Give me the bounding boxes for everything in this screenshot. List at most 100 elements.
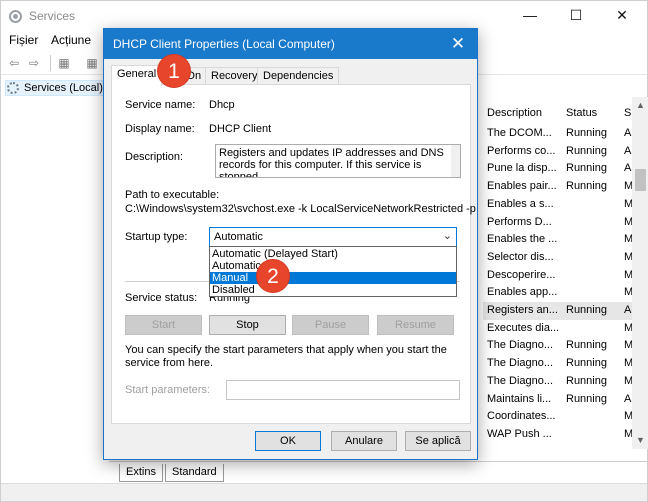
scroll-up-icon[interactable]: ▲ bbox=[632, 97, 648, 114]
table-row[interactable]: Enables a s... M bbox=[483, 196, 633, 214]
tab-dependencies[interactable]: Dependencies bbox=[257, 67, 340, 85]
column-status[interactable]: Status bbox=[566, 107, 597, 119]
column-description[interactable]: Description bbox=[487, 107, 542, 119]
service-description-cell: Enables the ... bbox=[487, 233, 558, 246]
table-row[interactable]: Enables the ... M bbox=[483, 231, 633, 249]
startup-type-dropdown: Automatic (Delayed Start) Automatic Manu… bbox=[209, 246, 457, 297]
menu-action[interactable]: Acțiune bbox=[51, 33, 91, 47]
service-status-cell: Running bbox=[566, 144, 607, 157]
console-tree-icon[interactable]: ▦ bbox=[55, 55, 73, 71]
service-description-cell: Descoperire... bbox=[487, 268, 556, 281]
service-status-cell: Running bbox=[566, 180, 607, 193]
table-row[interactable]: Enables app... M bbox=[483, 284, 633, 302]
description-box[interactable]: Registers and updates IP addresses and D… bbox=[215, 144, 461, 178]
cancel-button[interactable]: Anulare bbox=[331, 431, 397, 451]
view-tabs: Extins Standard bbox=[109, 461, 648, 483]
start-parameters-label: Start parameters: bbox=[125, 384, 210, 396]
ok-button[interactable]: OK bbox=[255, 431, 321, 451]
table-row[interactable]: Maintains li... Running A bbox=[483, 391, 633, 409]
table-row[interactable]: Coordinates... M bbox=[483, 408, 633, 426]
table-row[interactable]: Registers an... Running A bbox=[483, 302, 633, 320]
service-description-cell: Maintains li... bbox=[487, 392, 552, 405]
back-arrow-icon[interactable]: ⇦ bbox=[5, 55, 23, 71]
service-status-cell: Running bbox=[566, 339, 607, 352]
service-description-cell: WAP Push ... bbox=[487, 427, 552, 440]
service-description-cell: Enables pair... bbox=[487, 180, 557, 193]
list-header: Description Status S bbox=[483, 103, 633, 125]
table-row[interactable]: Pune la disp... Running A bbox=[483, 160, 633, 178]
service-description-cell: Performs co... bbox=[487, 144, 556, 157]
stop-button[interactable]: Stop bbox=[209, 315, 286, 335]
close-window-button[interactable]: ✕ bbox=[599, 1, 645, 31]
option-automatic[interactable]: Automatic bbox=[210, 260, 456, 272]
start-button[interactable]: Start bbox=[125, 315, 202, 335]
gear-icon bbox=[7, 82, 19, 94]
service-description-cell: Executes dia... bbox=[487, 321, 559, 334]
service-description-cell: Pune la disp... bbox=[487, 162, 557, 175]
service-startup-cell: A bbox=[624, 304, 632, 316]
properties-icon[interactable]: ▦ bbox=[83, 55, 101, 71]
scroll-thumb[interactable] bbox=[635, 169, 646, 191]
vertical-scrollbar[interactable]: ▲ ▼ bbox=[632, 97, 648, 449]
minimize-button[interactable]: — bbox=[507, 1, 553, 31]
service-description-cell: Registers an... bbox=[487, 304, 558, 316]
dialog-title: DHCP Client Properties (Local Computer) bbox=[113, 37, 335, 51]
service-startup-cell: A bbox=[624, 162, 632, 175]
table-row[interactable]: The Diagno... Running M bbox=[483, 337, 633, 355]
table-row[interactable]: Enables pair... Running M bbox=[483, 178, 633, 196]
chevron-down-icon[interactable]: ⌄ bbox=[443, 229, 452, 242]
window-title: Services bbox=[29, 9, 76, 23]
table-row[interactable]: The Diagno... Running M bbox=[483, 355, 633, 373]
services-app-icon bbox=[9, 10, 22, 23]
tree-item-label: Services (Local) bbox=[24, 82, 103, 94]
service-description-cell: The Diagno... bbox=[487, 339, 554, 352]
service-name-value: Dhcp bbox=[209, 99, 235, 111]
table-row[interactable]: Selector dis... M bbox=[483, 249, 633, 267]
option-automatic-delayed[interactable]: Automatic (Delayed Start) bbox=[210, 248, 456, 260]
tree-item-services-local[interactable]: Services (Local) bbox=[5, 80, 105, 96]
table-row[interactable]: Descoperire... M bbox=[483, 267, 633, 285]
forward-arrow-icon[interactable]: ⇨ bbox=[25, 55, 43, 71]
toolbar-divider bbox=[50, 55, 51, 71]
tab-general[interactable]: General bbox=[111, 65, 163, 86]
service-startup-cell: A bbox=[624, 127, 632, 139]
path-label: Path to executable: bbox=[125, 189, 220, 201]
startup-type-label: Startup type: bbox=[125, 231, 188, 243]
console-tree: Services (Local) bbox=[1, 77, 107, 457]
dialog-close-icon[interactable]: ✕ bbox=[444, 32, 472, 56]
description-label: Description: bbox=[125, 151, 184, 163]
properties-dialog: DHCP Client Properties (Local Computer) … bbox=[103, 28, 478, 460]
service-startup-cell: A bbox=[624, 392, 632, 405]
menu-file[interactable]: Fișier bbox=[9, 33, 38, 47]
option-disabled[interactable]: Disabled bbox=[210, 284, 456, 296]
tab-recovery[interactable]: Recovery bbox=[205, 67, 264, 85]
column-startup[interactable]: S bbox=[624, 107, 631, 119]
service-description-cell: Enables a s... bbox=[487, 197, 554, 210]
startup-type-select[interactable]: Automatic ⌄ bbox=[209, 227, 457, 247]
service-name-label: Service name: bbox=[125, 99, 196, 111]
service-startup-cell: A bbox=[624, 144, 632, 157]
service-status-cell: Running bbox=[566, 357, 607, 370]
table-row[interactable]: WAP Push ... M bbox=[483, 426, 633, 444]
description-text: Registers and updates IP addresses and D… bbox=[219, 147, 444, 178]
apply-button[interactable]: Se aplică bbox=[405, 431, 471, 451]
table-row[interactable]: Executes dia... M bbox=[483, 320, 633, 338]
scroll-down-icon[interactable]: ▼ bbox=[632, 432, 648, 449]
service-description-cell: The DCOM... bbox=[487, 127, 552, 139]
table-row[interactable]: The Diagno... Running M bbox=[483, 373, 633, 391]
callout-badge-2: 2 bbox=[256, 259, 290, 293]
service-description-cell: Coordinates... bbox=[487, 410, 556, 423]
option-manual[interactable]: Manual bbox=[210, 272, 456, 284]
table-row[interactable]: Performs co... Running A bbox=[483, 143, 633, 161]
start-parameters-input[interactable] bbox=[226, 380, 460, 400]
maximize-button[interactable]: ☐ bbox=[553, 1, 599, 31]
table-row[interactable]: Performs D... M bbox=[483, 214, 633, 232]
service-description-cell: Selector dis... bbox=[487, 250, 554, 263]
pause-button[interactable]: Pause bbox=[292, 315, 369, 335]
table-row[interactable]: The DCOM... Running A bbox=[483, 125, 633, 143]
resume-button[interactable]: Resume bbox=[377, 315, 454, 335]
tab-extended[interactable]: Extins bbox=[119, 464, 163, 482]
tab-standard[interactable]: Standard bbox=[165, 464, 224, 482]
startup-type-value: Automatic bbox=[214, 231, 263, 243]
description-scrollbar[interactable] bbox=[451, 145, 460, 177]
